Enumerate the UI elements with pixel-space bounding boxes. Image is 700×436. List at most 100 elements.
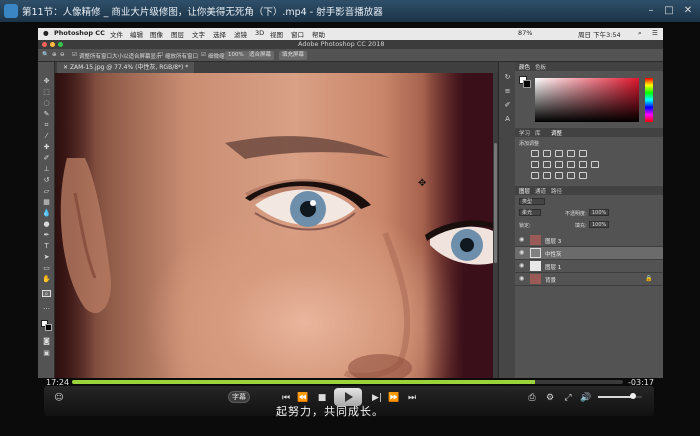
- zoom-all-checkbox[interactable]: ☐: [158, 52, 163, 58]
- subtitle-button[interactable]: 字幕: [228, 391, 250, 403]
- skip-forward-icon[interactable]: ⏭: [406, 392, 418, 404]
- resize-windows-checkbox[interactable]: ☑: [72, 52, 77, 58]
- zoom-tool-icon[interactable]: 🔍: [42, 52, 49, 58]
- blur-tool-icon[interactable]: 💧: [42, 210, 51, 217]
- canvas-image[interactable]: ✥: [55, 73, 493, 378]
- lasso-tool-icon[interactable]: ◌: [42, 100, 51, 107]
- exposure-adjust-icon[interactable]: [567, 150, 575, 157]
- type-tool-icon[interactable]: T: [42, 243, 51, 250]
- menu-3d[interactable]: 3D: [255, 29, 264, 37]
- vibrance-adjust-icon[interactable]: [579, 150, 587, 157]
- visibility-eye-icon[interactable]: ◉: [519, 249, 524, 256]
- menu-image[interactable]: 图像: [150, 29, 163, 39]
- menu-view[interactable]: 视图: [270, 29, 283, 39]
- fast-forward-icon[interactable]: ⏩: [388, 392, 400, 404]
- color-balance-adjust-icon[interactable]: [543, 161, 551, 168]
- eyedropper-tool-icon[interactable]: ⁄: [42, 133, 51, 140]
- tab-swatches[interactable]: 色板: [535, 63, 546, 71]
- layer-row[interactable]: ◉ 背景 🔒: [515, 273, 663, 286]
- canvas-scroll-thumb[interactable]: [494, 143, 497, 263]
- search-icon[interactable]: ⌕: [638, 29, 642, 38]
- quick-select-tool-icon[interactable]: ✎: [42, 111, 51, 118]
- channel-mixer-adjust-icon[interactable]: [579, 161, 587, 168]
- hand-tool-icon[interactable]: ✋: [42, 276, 51, 283]
- zoom-out-icon[interactable]: ⊖: [60, 52, 65, 58]
- curves-adjust-icon[interactable]: [555, 150, 563, 157]
- character-panel-icon[interactable]: A: [503, 116, 512, 123]
- visibility-eye-icon[interactable]: ◉: [519, 236, 524, 243]
- threshold-adjust-icon[interactable]: [555, 172, 563, 179]
- color-lookup-adjust-icon[interactable]: [591, 161, 599, 168]
- menu-list-icon[interactable]: ☰: [652, 29, 658, 37]
- menu-layer[interactable]: 图层: [171, 29, 184, 39]
- zoom-dot-icon[interactable]: [58, 42, 63, 47]
- healing-tool-icon[interactable]: ✚: [42, 144, 51, 151]
- properties-panel-icon[interactable]: ≡: [503, 88, 512, 95]
- progress-bar[interactable]: [72, 380, 623, 384]
- opacity-field[interactable]: 100%: [589, 209, 609, 216]
- menu-window[interactable]: 窗口: [291, 29, 304, 39]
- history-panel-icon[interactable]: ↻: [503, 74, 512, 81]
- menu-app-name[interactable]: Photoshop CC: [54, 29, 105, 37]
- menu-filter[interactable]: 滤镜: [234, 29, 247, 39]
- apple-icon[interactable]: ●: [43, 29, 49, 37]
- crop-tool-icon[interactable]: ⌗: [42, 122, 51, 129]
- history-brush-tool-icon[interactable]: ↺: [42, 177, 51, 184]
- black-white-adjust-icon[interactable]: [555, 161, 563, 168]
- eraser-tool-icon[interactable]: ▱: [42, 188, 51, 195]
- menu-help[interactable]: 帮助: [312, 29, 325, 39]
- brush-panel-icon[interactable]: ✐: [503, 102, 512, 109]
- bg-swatch[interactable]: [523, 80, 531, 88]
- tab-channels[interactable]: 通道: [535, 187, 546, 195]
- gradient-tool-icon[interactable]: ▦: [42, 199, 51, 206]
- layer-row[interactable]: ◉ 图层 1: [515, 260, 663, 273]
- pen-tool-icon[interactable]: ✒: [42, 232, 51, 239]
- screenshot-icon[interactable]: ⎙: [526, 392, 538, 404]
- menu-file[interactable]: 文件: [110, 29, 123, 39]
- dodge-tool-icon[interactable]: ●: [42, 221, 51, 228]
- fullscreen-icon[interactable]: ⤢: [562, 392, 574, 404]
- layer-row[interactable]: ◉ 图层 3: [515, 234, 663, 247]
- fit-screen-button[interactable]: 适合屏幕: [246, 51, 275, 60]
- minimize-dot-icon[interactable]: [50, 42, 55, 47]
- zoom-in-icon[interactable]: ⊕: [52, 52, 57, 58]
- brightness-adjust-icon[interactable]: [531, 150, 539, 157]
- selective-color-adjust-icon[interactable]: [579, 172, 587, 179]
- tab-layers[interactable]: 图层: [519, 187, 530, 195]
- shape-tool-icon[interactable]: ▭: [42, 265, 51, 272]
- move-tool-icon[interactable]: ✥: [42, 78, 51, 85]
- fill-field[interactable]: 100%: [589, 221, 609, 228]
- path-select-tool-icon[interactable]: ➤: [42, 254, 51, 261]
- fill-screen-button[interactable]: 填充屏幕: [279, 51, 308, 60]
- color-picker-field[interactable]: [535, 78, 639, 122]
- menu-edit[interactable]: 编辑: [130, 29, 143, 39]
- marquee-tool-icon[interactable]: ⬚: [42, 89, 51, 96]
- invert-adjust-icon[interactable]: [531, 172, 539, 179]
- posterize-adjust-icon[interactable]: [543, 172, 551, 179]
- tab-adjustments[interactable]: 调整: [551, 129, 562, 137]
- screen-mode-icon[interactable]: ▣: [42, 350, 51, 357]
- photo-filter-adjust-icon[interactable]: [567, 161, 575, 168]
- gradient-map-adjust-icon[interactable]: [567, 172, 575, 179]
- close-tab-icon[interactable]: ✕: [63, 64, 70, 71]
- visibility-eye-icon[interactable]: ◉: [519, 275, 524, 282]
- scrubby-zoom-checkbox[interactable]: ☑: [201, 52, 206, 58]
- quick-mask-icon[interactable]: ◙: [42, 338, 51, 345]
- playlist-icon[interactable]: ☺: [52, 392, 66, 404]
- minimize-button[interactable]: –: [644, 4, 658, 18]
- visibility-eye-icon[interactable]: ◉: [519, 262, 524, 269]
- document-tab[interactable]: ✕ ZAM-15.jpg @ 77.4% (中性灰, RGB/8*) *: [57, 62, 195, 73]
- menu-select[interactable]: 选择: [213, 29, 226, 39]
- settings-icon[interactable]: ⚙: [544, 392, 556, 404]
- tab-color[interactable]: 颜色: [519, 63, 530, 71]
- zoom-100-button[interactable]: 100%: [225, 51, 247, 60]
- blend-mode-select[interactable]: 柔光: [519, 209, 541, 216]
- maximize-button[interactable]: □: [662, 4, 676, 18]
- hue-sat-adjust-icon[interactable]: [531, 161, 539, 168]
- zoom-tool-button-icon[interactable]: ⌕: [42, 290, 51, 298]
- tab-paths[interactable]: 路径: [551, 187, 562, 195]
- clone-stamp-tool-icon[interactable]: ⊥: [42, 166, 51, 173]
- layer-row-selected[interactable]: ◉ 中性灰: [515, 247, 663, 260]
- layer-kind-filter[interactable]: 类型: [519, 198, 545, 205]
- hue-slider[interactable]: [645, 78, 653, 122]
